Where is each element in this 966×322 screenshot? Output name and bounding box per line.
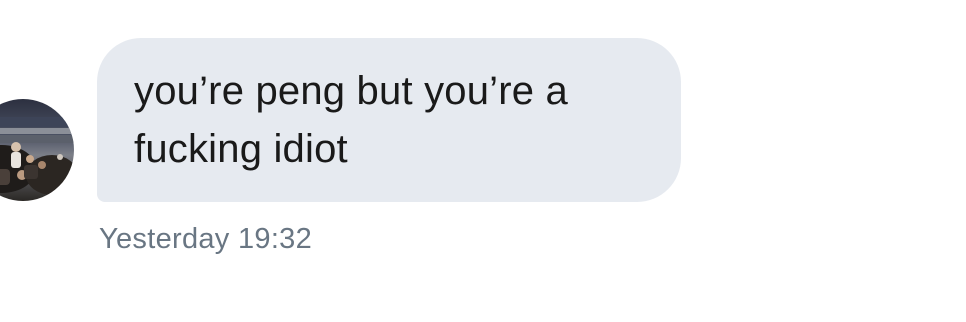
- avatar-photo-icon: [0, 99, 74, 201]
- message-thread: you’re peng but you’re a fucking idiot Y…: [0, 0, 966, 322]
- incoming-message-bubble[interactable]: you’re peng but you’re a fucking idiot: [97, 38, 681, 202]
- sender-avatar[interactable]: [0, 99, 74, 201]
- message-timestamp: Yesterday 19:32: [99, 223, 313, 255]
- message-text: you’re peng but you’re a fucking idiot: [134, 69, 568, 171]
